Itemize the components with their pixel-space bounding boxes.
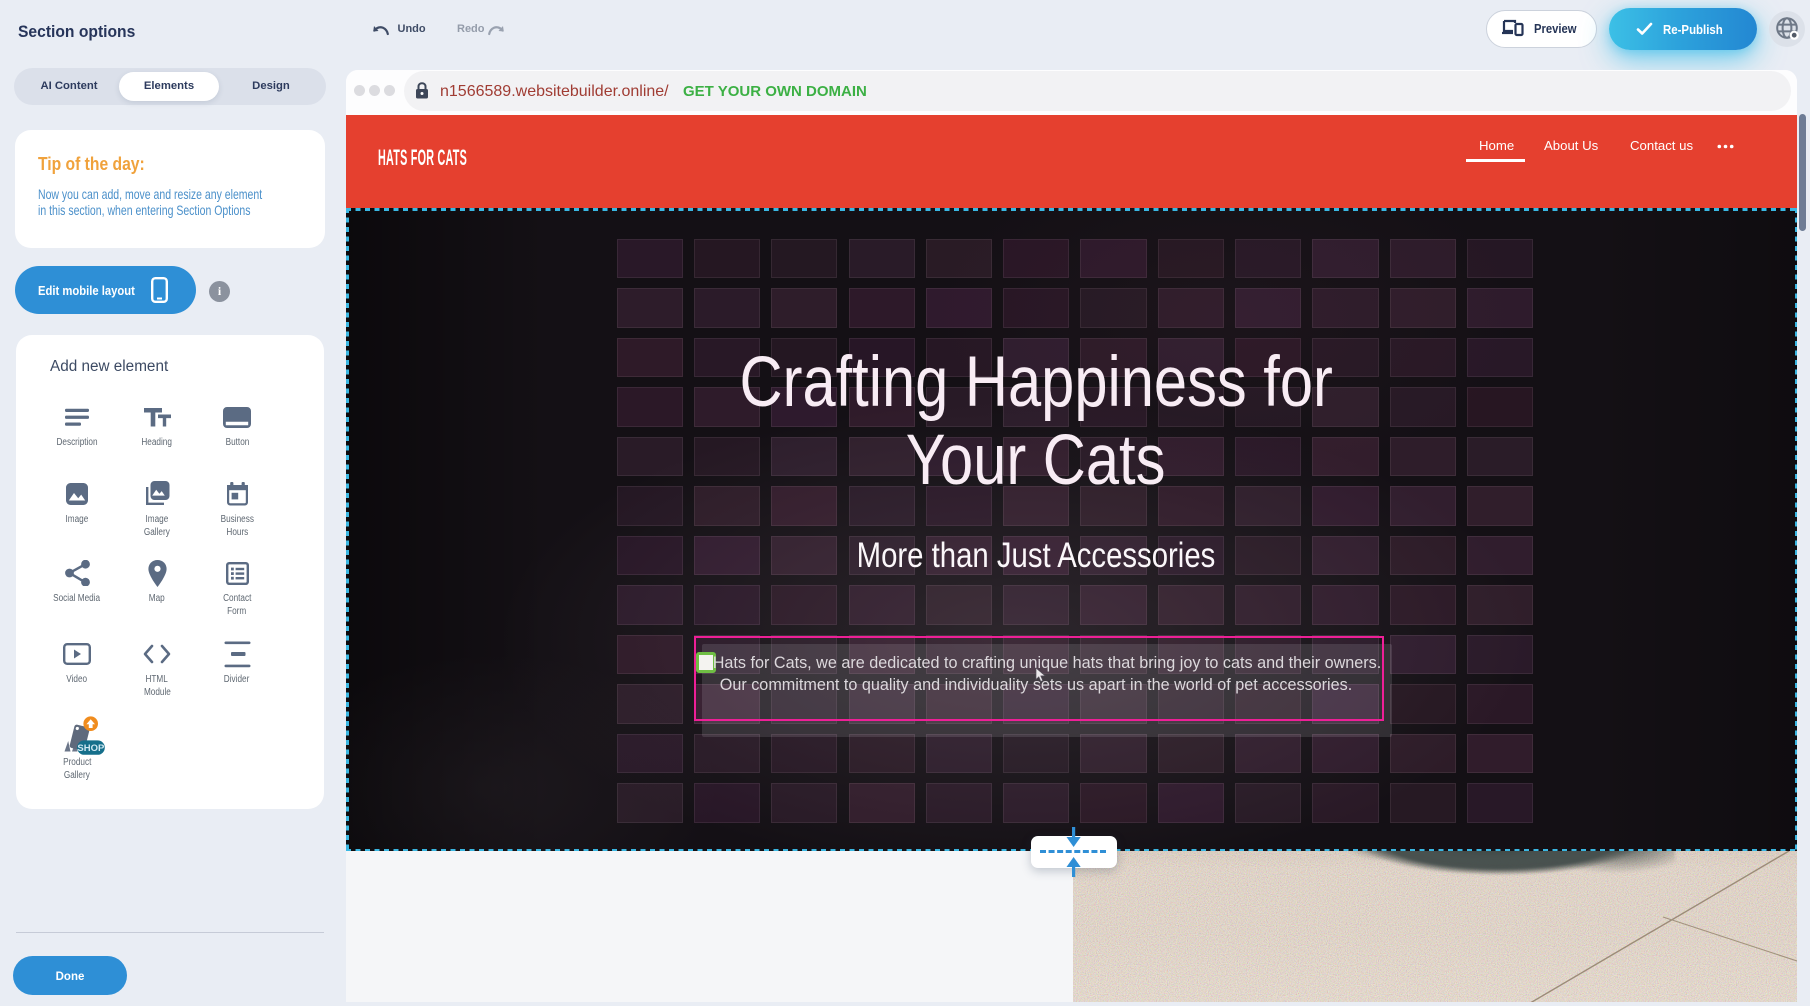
svg-text:SHOP: SHOP [77,742,105,753]
